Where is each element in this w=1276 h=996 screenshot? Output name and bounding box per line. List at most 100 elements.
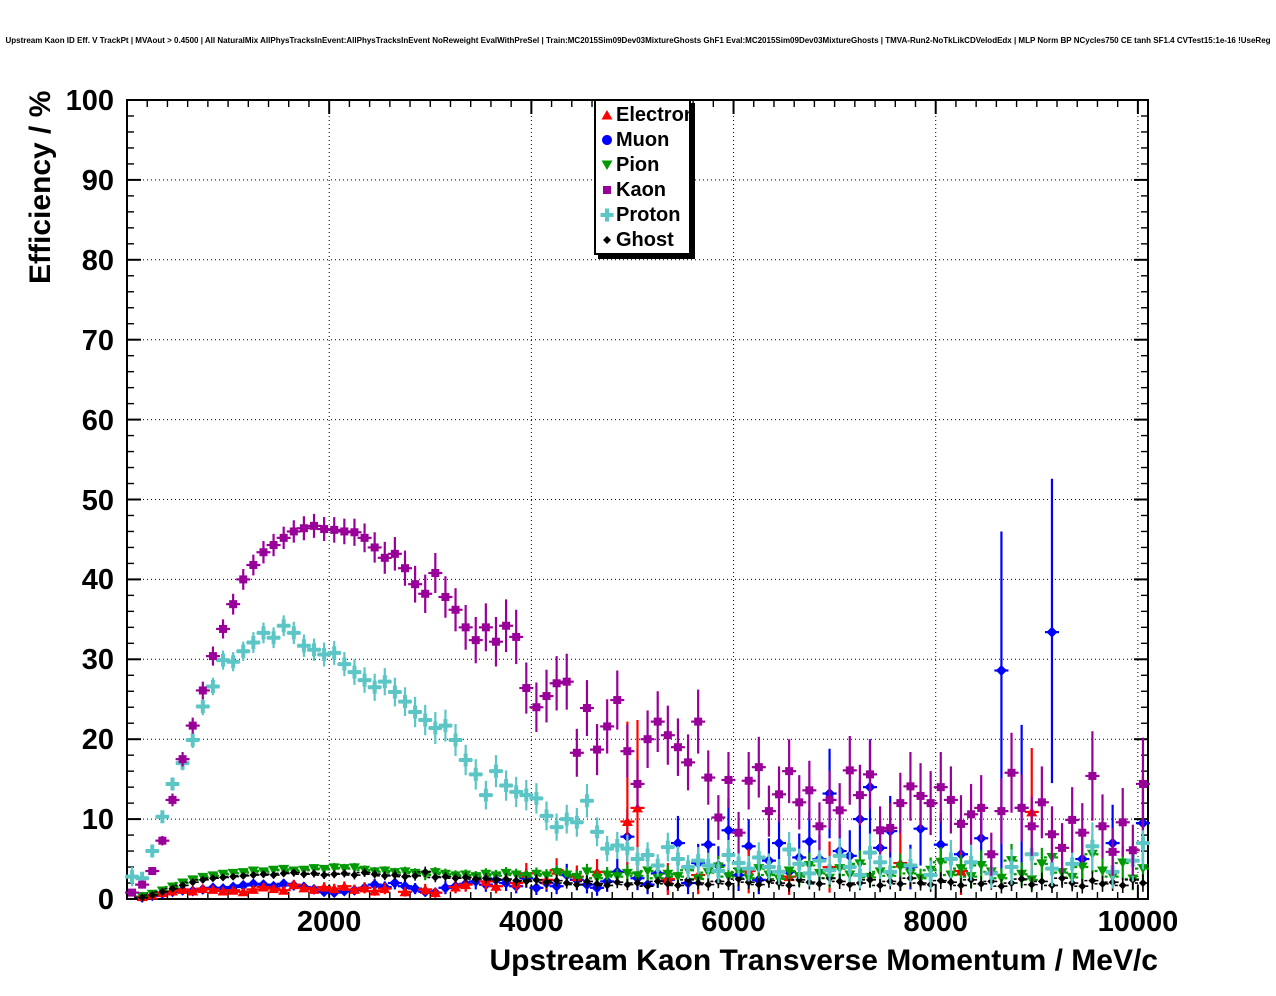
kaon-marker <box>1078 829 1086 837</box>
kaon-marker <box>199 686 207 694</box>
legend-item-muon: Muon <box>599 127 689 152</box>
kaon-marker <box>532 703 540 711</box>
proton-marker <box>439 719 452 732</box>
kaon-marker <box>603 722 611 730</box>
kaon-marker <box>482 623 490 631</box>
ghost-marker <box>1099 880 1107 888</box>
proton-marker <box>671 853 684 866</box>
kaon-marker <box>1048 830 1056 838</box>
kaon-marker <box>350 528 358 536</box>
kaon-marker <box>684 758 692 766</box>
kaon-marker <box>694 718 702 726</box>
legend: ElectronMuonPionKaonProtonGhost <box>594 99 691 255</box>
kaon-marker <box>512 633 520 641</box>
proton-marker <box>429 722 442 735</box>
muon-marker <box>723 825 734 836</box>
legend-label: Electron <box>616 105 696 125</box>
kaon-marker <box>815 822 823 830</box>
x-tick-label: 4000 <box>461 906 601 939</box>
legend-marker-glyph <box>603 186 611 194</box>
kaon-marker <box>158 837 166 845</box>
kaon-marker <box>421 590 429 598</box>
x-tick-label: 8000 <box>866 906 1006 939</box>
kaon-marker <box>805 786 813 794</box>
y-tick-label: 100 <box>0 85 114 118</box>
proton-marker <box>1005 861 1018 874</box>
kaon-marker <box>1119 818 1127 826</box>
proton-marker <box>591 825 604 838</box>
kaon-marker <box>189 722 197 730</box>
kaon-marker <box>644 735 652 743</box>
proton-marker <box>156 810 169 823</box>
y-tick-label: 20 <box>0 724 114 757</box>
proton-marker <box>398 695 411 708</box>
kaon-marker <box>441 593 449 601</box>
proton-legend-marker-icon <box>599 207 615 223</box>
ghost-marker <box>876 881 884 889</box>
kaon-marker <box>836 806 844 814</box>
kaon-marker <box>724 776 732 784</box>
kaon-legend-marker-icon <box>599 182 615 198</box>
kaon-marker <box>492 638 500 646</box>
proton-marker <box>965 856 978 869</box>
kaon-marker <box>553 679 561 687</box>
kaon-marker <box>826 796 834 804</box>
ghost-marker <box>917 879 925 887</box>
figure: Upstream Kaon ID Eff. V TrackPt | MVAout… <box>0 0 1276 996</box>
legend-marker-glyph <box>602 160 613 170</box>
kaon-marker <box>371 543 379 551</box>
proton-marker <box>459 753 472 766</box>
kaon-marker <box>452 606 460 614</box>
y-tick-label: 80 <box>0 245 114 278</box>
kaon-marker <box>563 678 571 686</box>
electron-legend-marker-icon <box>599 107 615 123</box>
legend-item-pion: Pion <box>599 152 689 177</box>
ghost-marker <box>1018 875 1026 883</box>
proton-marker <box>227 655 240 668</box>
y-tick-label: 40 <box>0 564 114 597</box>
kaon-marker <box>290 527 298 535</box>
kaon-marker <box>1058 844 1066 852</box>
kaon-marker <box>280 534 288 542</box>
kaon-marker <box>927 799 935 807</box>
legend-marker-glyph <box>601 208 614 221</box>
y-tick-label: 0 <box>0 884 114 917</box>
kaon-marker <box>583 704 591 712</box>
kaon-marker <box>270 541 278 549</box>
kaon-marker <box>148 867 156 875</box>
y-tick-label: 60 <box>0 405 114 438</box>
proton-marker <box>419 714 432 727</box>
kaon-marker <box>765 807 773 815</box>
y-tick-label: 90 <box>0 165 114 198</box>
legend-item-electron: Electron <box>599 102 689 127</box>
ghost-marker <box>785 881 793 889</box>
kaon-marker <box>229 600 237 608</box>
kaon-marker <box>1139 780 1147 788</box>
ghost-marker <box>724 880 732 888</box>
kaon-marker <box>1109 848 1117 856</box>
kaon-marker <box>219 625 227 633</box>
proton-marker <box>166 777 179 790</box>
kaon-marker <box>917 792 925 800</box>
legend-label: Proton <box>616 205 680 225</box>
ghost-marker <box>815 880 823 888</box>
kaon-marker <box>886 824 894 832</box>
legend-marker-glyph <box>602 135 612 145</box>
kaon-marker <box>128 889 136 897</box>
kaon-marker <box>937 783 945 791</box>
kaon-marker <box>462 623 470 631</box>
kaon-marker <box>1008 769 1016 777</box>
kaon-marker <box>179 755 187 763</box>
ghost-marker <box>937 877 945 885</box>
proton-marker <box>550 821 563 834</box>
proton-marker <box>358 674 371 687</box>
series-muon <box>135 479 1150 903</box>
muon-marker <box>1046 627 1057 638</box>
muon-marker <box>774 838 785 849</box>
ghost-marker <box>694 879 702 887</box>
muon-marker <box>996 665 1007 676</box>
kaon-marker <box>320 525 328 533</box>
y-tick-label: 10 <box>0 804 114 837</box>
kaon-marker <box>906 782 914 790</box>
kaon-marker <box>259 548 267 556</box>
